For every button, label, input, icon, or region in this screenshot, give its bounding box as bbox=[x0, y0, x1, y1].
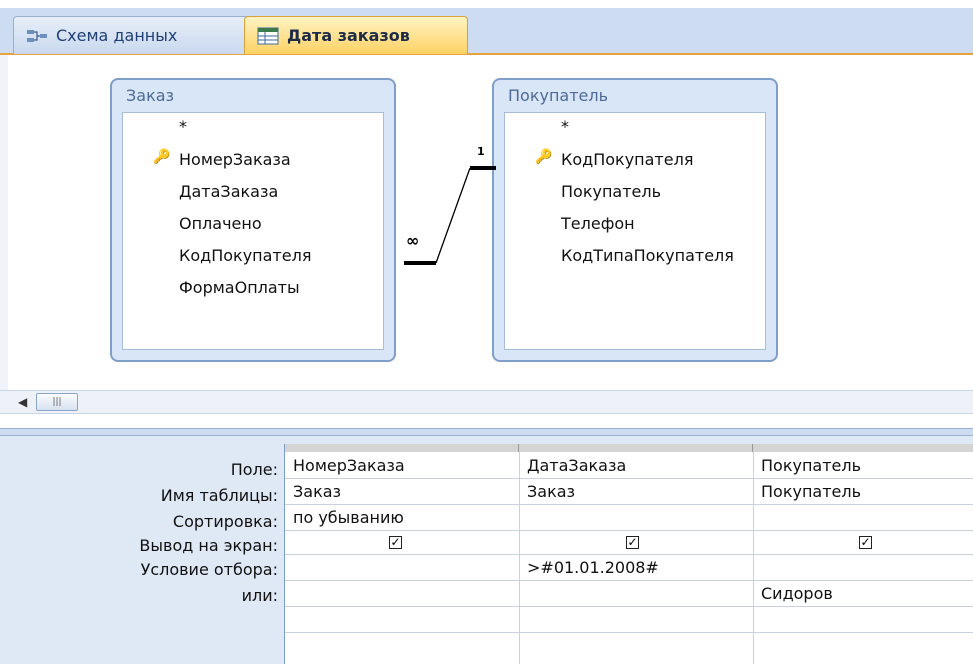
grid-cells[interactable]: НомерЗаказа Заказ по убыванию ✓ ДатаЗака… bbox=[284, 444, 973, 664]
relationships-icon bbox=[26, 27, 48, 45]
relationship-line[interactable] bbox=[388, 135, 508, 275]
cell-or[interactable] bbox=[519, 581, 753, 607]
primary-key-icon: 🔑 bbox=[535, 149, 553, 165]
cell-criteria[interactable] bbox=[285, 555, 519, 581]
table-title: Покупатель bbox=[508, 86, 609, 105]
tab-schema[interactable]: Схема данных bbox=[13, 16, 259, 54]
field-item[interactable]: КодТипаПокупателя bbox=[561, 246, 734, 265]
field-item[interactable]: Покупатель bbox=[561, 182, 661, 201]
field-all[interactable]: * bbox=[179, 117, 187, 136]
cell-criteria[interactable] bbox=[753, 555, 973, 581]
scroll-left-arrow-icon[interactable]: ◀ bbox=[18, 395, 27, 409]
tab-query-label: Дата заказов bbox=[287, 26, 410, 45]
query-icon bbox=[257, 27, 279, 45]
cell-sort[interactable] bbox=[519, 505, 753, 531]
table-title: Заказ bbox=[126, 86, 175, 105]
column-selector[interactable] bbox=[519, 444, 753, 452]
cell-criteria[interactable]: >#01.01.2008# bbox=[519, 555, 753, 581]
query-diagram-area: Заказ * 🔑 НомерЗаказа ДатаЗаказа Оплачен… bbox=[0, 55, 973, 390]
field-list[interactable]: * 🔑 НомерЗаказа ДатаЗаказа Оплачено КодП… bbox=[122, 112, 384, 350]
cell-field[interactable]: НомерЗаказа bbox=[285, 453, 519, 479]
cell-table[interactable]: Заказ bbox=[519, 479, 753, 505]
row-label-show: Вывод на экран: bbox=[139, 536, 278, 555]
cell-sort[interactable] bbox=[753, 505, 973, 531]
table-box-customer[interactable]: Покупатель * 🔑 КодПокупателя Покупатель … bbox=[492, 78, 778, 362]
field-item[interactable]: ДатаЗаказа bbox=[179, 182, 278, 201]
row-label-field: Поле: bbox=[230, 460, 278, 479]
row-label-criteria: Условие отбора: bbox=[140, 560, 278, 579]
row-label-or: или: bbox=[241, 586, 278, 605]
table-box-order[interactable]: Заказ * 🔑 НомерЗаказа ДатаЗаказа Оплачен… bbox=[110, 78, 396, 362]
query-design-grid: Поле: Имя таблицы: Сортировка: Вывод на … bbox=[0, 436, 973, 664]
show-checkbox[interactable]: ✓ bbox=[859, 536, 872, 549]
diagram-horizontal-scrollbar[interactable]: ◀ ||| bbox=[0, 390, 973, 414]
cell-field[interactable]: ДатаЗаказа bbox=[519, 453, 753, 479]
cell-field[interactable]: Покупатель bbox=[753, 453, 973, 479]
pane-splitter[interactable] bbox=[0, 428, 973, 436]
field-item[interactable]: Телефон bbox=[561, 214, 635, 233]
field-item[interactable]: ФормаОплаты bbox=[179, 278, 300, 297]
tab-schema-label: Схема данных bbox=[56, 26, 178, 45]
row-label-sort: Сортировка: bbox=[172, 512, 278, 531]
field-item[interactable]: НомерЗаказа bbox=[179, 150, 291, 169]
cell-or[interactable]: Сидоров bbox=[753, 581, 973, 607]
clipped-top-text bbox=[0, 0, 973, 8]
field-item[interactable]: КодПокупателя bbox=[179, 246, 311, 265]
field-list[interactable]: * 🔑 КодПокупателя Покупатель Телефон Код… bbox=[504, 112, 766, 350]
document-tab-bar: Схема данных Дата заказов bbox=[0, 8, 973, 55]
column-selector[interactable] bbox=[285, 444, 519, 452]
scroll-thumb[interactable]: ||| bbox=[36, 393, 78, 411]
field-all[interactable]: * bbox=[561, 117, 569, 136]
grid-row-labels: Поле: Имя таблицы: Сортировка: Вывод на … bbox=[0, 436, 284, 664]
field-item[interactable]: КодПокупателя bbox=[561, 150, 693, 169]
cell-or[interactable] bbox=[285, 581, 519, 607]
tab-query[interactable]: Дата заказов bbox=[244, 16, 468, 54]
primary-key-icon: 🔑 bbox=[153, 149, 171, 165]
cell-sort[interactable]: по убыванию bbox=[285, 505, 519, 531]
column-selector[interactable] bbox=[753, 444, 973, 452]
row-label-table: Имя таблицы: bbox=[160, 486, 278, 505]
field-item[interactable]: Оплачено bbox=[179, 214, 262, 233]
row-divider bbox=[285, 632, 973, 633]
many-side-label: ∞ bbox=[406, 231, 420, 250]
show-checkbox[interactable]: ✓ bbox=[389, 536, 402, 549]
show-checkbox[interactable]: ✓ bbox=[626, 536, 639, 549]
cell-table[interactable]: Покупатель bbox=[753, 479, 973, 505]
cell-table[interactable]: Заказ bbox=[285, 479, 519, 505]
one-side-label: 1 bbox=[477, 145, 485, 158]
